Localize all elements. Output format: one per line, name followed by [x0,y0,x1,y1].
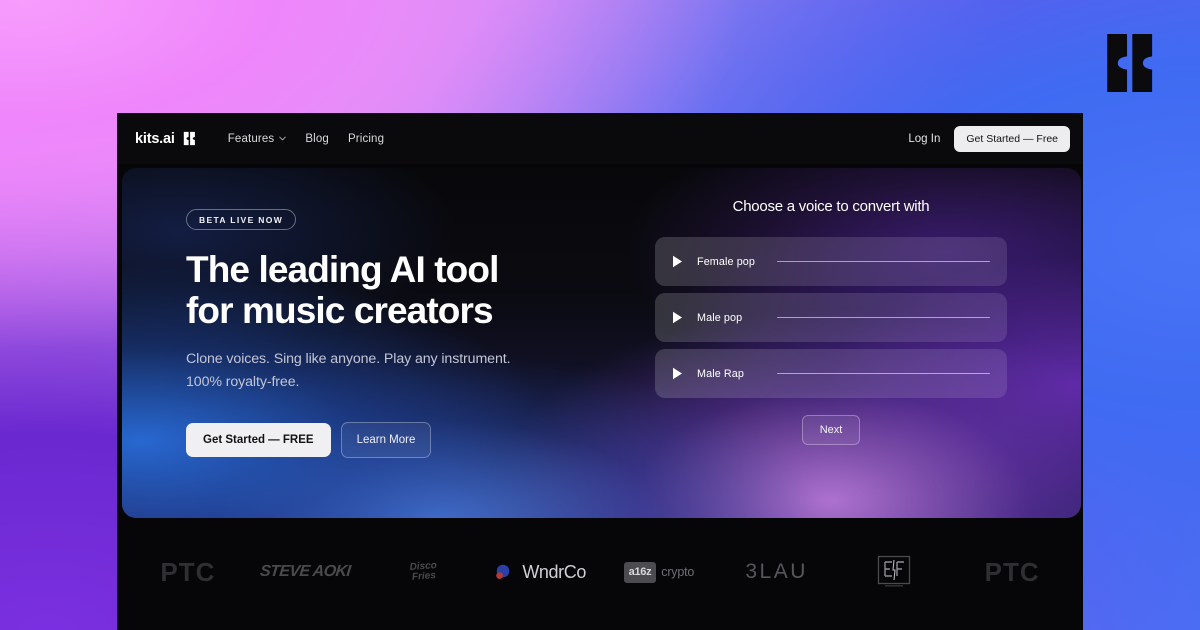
voice-row-male-rap[interactable]: Male Rap [655,349,1007,398]
logo-blau: 3LAU [718,550,836,594]
voice-waveform[interactable] [777,372,990,375]
voice-row-male-pop[interactable]: Male pop [655,293,1007,342]
play-icon[interactable] [672,367,683,380]
hero-cta-row: Get Started — FREE Learn More [186,422,606,458]
logo-disco-fries-text: Disco Fries [409,560,438,583]
hero-card: BETA LIVE NOW The leading AI tool for mu… [122,168,1081,518]
logo-disco-fries: Disco Fries [365,550,483,594]
logo-a16z-word: crypto [661,565,695,579]
logo-a16z-group: a16z crypto [623,561,695,583]
next-button[interactable]: Next [801,415,861,445]
play-icon[interactable] [672,255,683,268]
voice-picker: Choose a voice to convert with Female po… [655,198,1007,445]
voice-label: Male Rap [697,367,745,380]
logo-a16z-box: a16z [623,561,657,583]
logo-ptc-repeat: PTC [953,550,1071,594]
get-started-free-button[interactable]: Get Started — FREE [186,423,331,457]
nav-link-pricing[interactable]: Pricing [348,133,384,145]
kits-ai-logo-mark-icon [183,131,195,146]
app-screenshot: kits.ai Features Blog Pricing Log In Get… [117,113,1083,630]
headline-line-1: The leading AI tool [186,249,499,290]
logo-steve-aoki: STEVE AOKI [247,550,365,594]
nav-link-blog[interactable]: Blog [305,133,329,145]
hero-subheading: Clone voices. Sing like anyone. Play any… [186,348,606,394]
logo-ptc: PTC [129,550,247,594]
nav-link-blog-label: Blog [305,132,329,145]
voice-waveform[interactable] [777,260,990,263]
logo-ptc-text: PTC [160,556,216,587]
logo-a16z-crypto: a16z crypto [600,550,718,594]
poster-canvas: kits.ai Features Blog Pricing Log In Get… [0,0,1200,630]
play-icon[interactable] [672,311,683,324]
voice-picker-title: Choose a voice to convert with [732,198,930,215]
nav-links: Features Blog Pricing [228,133,384,145]
logo-steve-aoki-text: STEVE AOKI [259,563,352,580]
navbar: kits.ai Features Blog Pricing Log In Get… [117,113,1083,164]
logo-disco-fries-line-2: Fries [411,570,436,583]
logo-wndrco-group: WndrCo [496,562,586,583]
wndrco-mark-icon [496,564,510,579]
login-link[interactable]: Log In [908,133,940,145]
logo-ptc-repeat-text: PTC [984,556,1040,587]
subhead-line-1: Clone voices. Sing like anyone. Play any… [186,351,511,367]
voice-row-female-pop[interactable]: Female pop [655,237,1007,286]
partner-logo-strip: PTC STEVE AOKI Disco Fries WndrCo a16z c… [117,518,1083,626]
logo-wndrco: WndrCo [482,550,600,594]
electric-feel-mark-icon [878,555,911,587]
voice-label: Male pop [697,311,743,324]
learn-more-button[interactable]: Learn More [340,422,432,458]
page-title: The leading AI tool for music creators [186,249,606,331]
voice-waveform[interactable] [777,316,990,319]
hero-copy: BETA LIVE NOW The leading AI tool for mu… [186,209,606,458]
navbar-left: kits.ai Features Blog Pricing [135,131,384,147]
beta-badge: BETA LIVE NOW [186,209,297,230]
nav-link-features-label: Features [227,132,275,145]
navbar-right: Log In Get Started — Free [908,125,1070,152]
get-started-nav-button[interactable]: Get Started — Free [954,125,1070,152]
logo-blau-text: 3LAU [745,560,808,583]
next-button-wrap: Next [655,415,1007,445]
voice-label: Female pop [697,255,756,268]
logo-electric-feel [836,550,954,594]
headline-line-2: for music creators [186,290,494,331]
subhead-line-2: 100% royalty-free. [186,374,300,390]
chevron-down-icon [279,136,287,141]
logo-wndrco-text: WndrCo [522,561,586,582]
nav-link-pricing-label: Pricing [347,132,385,145]
nav-link-features[interactable]: Features [228,133,287,145]
brand-logo[interactable]: kits.ai [135,131,197,147]
brand-name: kits.ai [135,130,175,147]
kits-ai-logo-mark-watermark [1107,33,1153,93]
